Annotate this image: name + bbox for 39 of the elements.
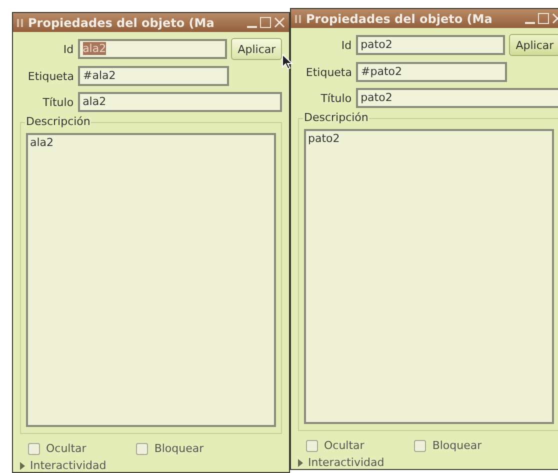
checkbox-label[interactable]: Ocultar — [324, 439, 364, 452]
title-field[interactable]: pato2 — [356, 88, 558, 108]
expander-label[interactable]: Interactividad — [30, 459, 106, 472]
title-label: Título — [42, 96, 74, 108]
title-label: Título — [320, 92, 352, 104]
checkbox[interactable] — [306, 440, 318, 452]
grip-icon[interactable] — [17, 18, 23, 26]
id-field[interactable]: pato2 — [356, 35, 506, 55]
apply-button[interactable]: Aplicar — [509, 34, 558, 56]
description-field[interactable]: ala2 — [26, 133, 276, 427]
checkbox[interactable] — [414, 440, 426, 452]
apply-button[interactable]: Aplicar — [231, 38, 282, 60]
close-icon[interactable] — [274, 17, 285, 28]
id-value: pato2 — [360, 38, 392, 51]
checkbox[interactable] — [28, 442, 40, 454]
tag-field[interactable]: #pato2 — [356, 62, 507, 82]
checkbox-label[interactable]: Bloquear — [154, 442, 204, 455]
grip-icon[interactable] — [295, 14, 301, 22]
expander-arrow-icon[interactable] — [20, 462, 26, 470]
pointer-cursor-icon — [282, 54, 293, 70]
expander-label[interactable]: Interactividad — [308, 456, 384, 469]
description-field[interactable]: pato2 — [304, 129, 554, 424]
maximize-icon[interactable] — [538, 13, 549, 24]
description-label: Descripción — [303, 111, 370, 124]
id-value: ala2 — [82, 42, 106, 55]
tag-field[interactable]: #ala2 — [78, 66, 229, 86]
title-field[interactable]: ala2 — [78, 92, 282, 112]
tag-label: Etiqueta — [26, 70, 74, 82]
checkbox-label[interactable]: Bloquear — [432, 439, 482, 452]
description-label: Descripción — [25, 115, 92, 128]
checkbox-label[interactable]: Ocultar — [46, 442, 86, 455]
tag-label: Etiqueta — [304, 66, 352, 78]
checkbox[interactable] — [136, 442, 148, 454]
expander-arrow-icon[interactable] — [298, 458, 304, 466]
window-title: Propiedades del objeto (Ma — [306, 12, 494, 26]
maximize-icon[interactable] — [260, 17, 271, 28]
id-label: Id — [340, 38, 352, 52]
id-label: Id — [62, 42, 74, 56]
window-title: Propiedades del objeto (Ma — [28, 16, 216, 30]
